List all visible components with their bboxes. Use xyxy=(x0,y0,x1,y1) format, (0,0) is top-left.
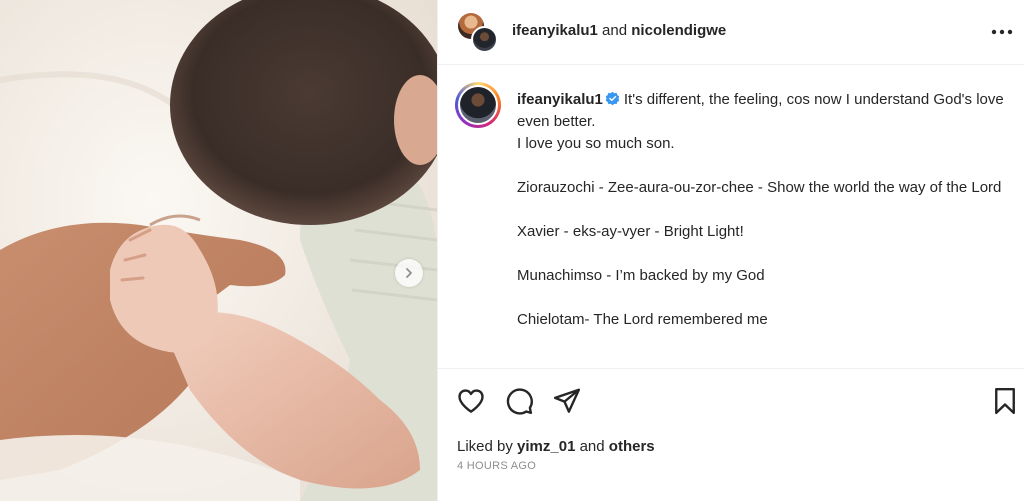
post-actions: Liked by yimz_01 and others 4 HOURS AGO xyxy=(438,369,1024,501)
comment-icon xyxy=(506,388,533,415)
post-caption: ifeanyikalu1 It's different, the feeling,… xyxy=(438,65,1024,369)
caption-line-2: I love you so much son. xyxy=(517,135,675,152)
save-button[interactable] xyxy=(990,386,1020,416)
caption-line-3: Ziorauzochi - Zee-aura-ou-zor-chee - Sho… xyxy=(517,179,1002,196)
coauthor-link[interactable]: nicolendigwe xyxy=(631,22,726,39)
comment-button[interactable] xyxy=(504,386,534,416)
post-authors: ifeanyikalu1 and nicolendigwe xyxy=(512,22,726,39)
liked-prefix: Liked by xyxy=(457,438,518,455)
heart-icon xyxy=(458,389,484,413)
liked-user-link[interactable]: yimz_01 xyxy=(517,438,575,455)
bookmark-icon xyxy=(995,387,1015,415)
chevron-right-icon xyxy=(406,268,412,278)
more-options-button[interactable] xyxy=(990,22,1014,42)
post-timestamp[interactable]: 4 HOURS AGO xyxy=(457,460,536,472)
caption-line-5: Munachimso - I’m backed by my God xyxy=(517,267,765,284)
carousel-next-button[interactable] xyxy=(395,259,423,287)
more-horizontal-icon xyxy=(991,29,1013,35)
caption-line-4: Xavier - eks-ay-vyer - Bright Light! xyxy=(517,223,744,240)
coauthor-avatars[interactable] xyxy=(458,13,498,53)
avatar-nicolendigwe-small xyxy=(471,26,498,53)
caption-username[interactable]: ifeanyikalu1 xyxy=(517,91,603,108)
like-button[interactable] xyxy=(456,386,486,416)
send-icon xyxy=(553,388,581,413)
caption-line-6: Chielotam- The Lord remembered me xyxy=(517,311,768,328)
baby-photo-illustration xyxy=(0,0,437,501)
authors-joiner: and xyxy=(597,22,632,39)
liked-others-link[interactable]: others xyxy=(609,438,655,455)
verified-badge-icon xyxy=(605,91,620,106)
avatar-ifeanyikalu1 xyxy=(458,85,498,125)
post-detail-panel: ifeanyikalu1 and nicolendigwe ifeanyikal… xyxy=(437,0,1024,501)
share-button[interactable] xyxy=(552,386,582,416)
post-header: ifeanyikalu1 and nicolendigwe xyxy=(438,0,1024,65)
author-link[interactable]: ifeanyikalu1 xyxy=(512,22,598,39)
post-photo xyxy=(0,0,437,501)
caption-text: ifeanyikalu1 It's different, the feeling,… xyxy=(517,89,1007,331)
likes-summary: Liked by yimz_01 and others xyxy=(457,438,655,455)
caption-avatar-story-ring[interactable] xyxy=(455,82,501,128)
liked-joiner: and xyxy=(575,438,609,455)
